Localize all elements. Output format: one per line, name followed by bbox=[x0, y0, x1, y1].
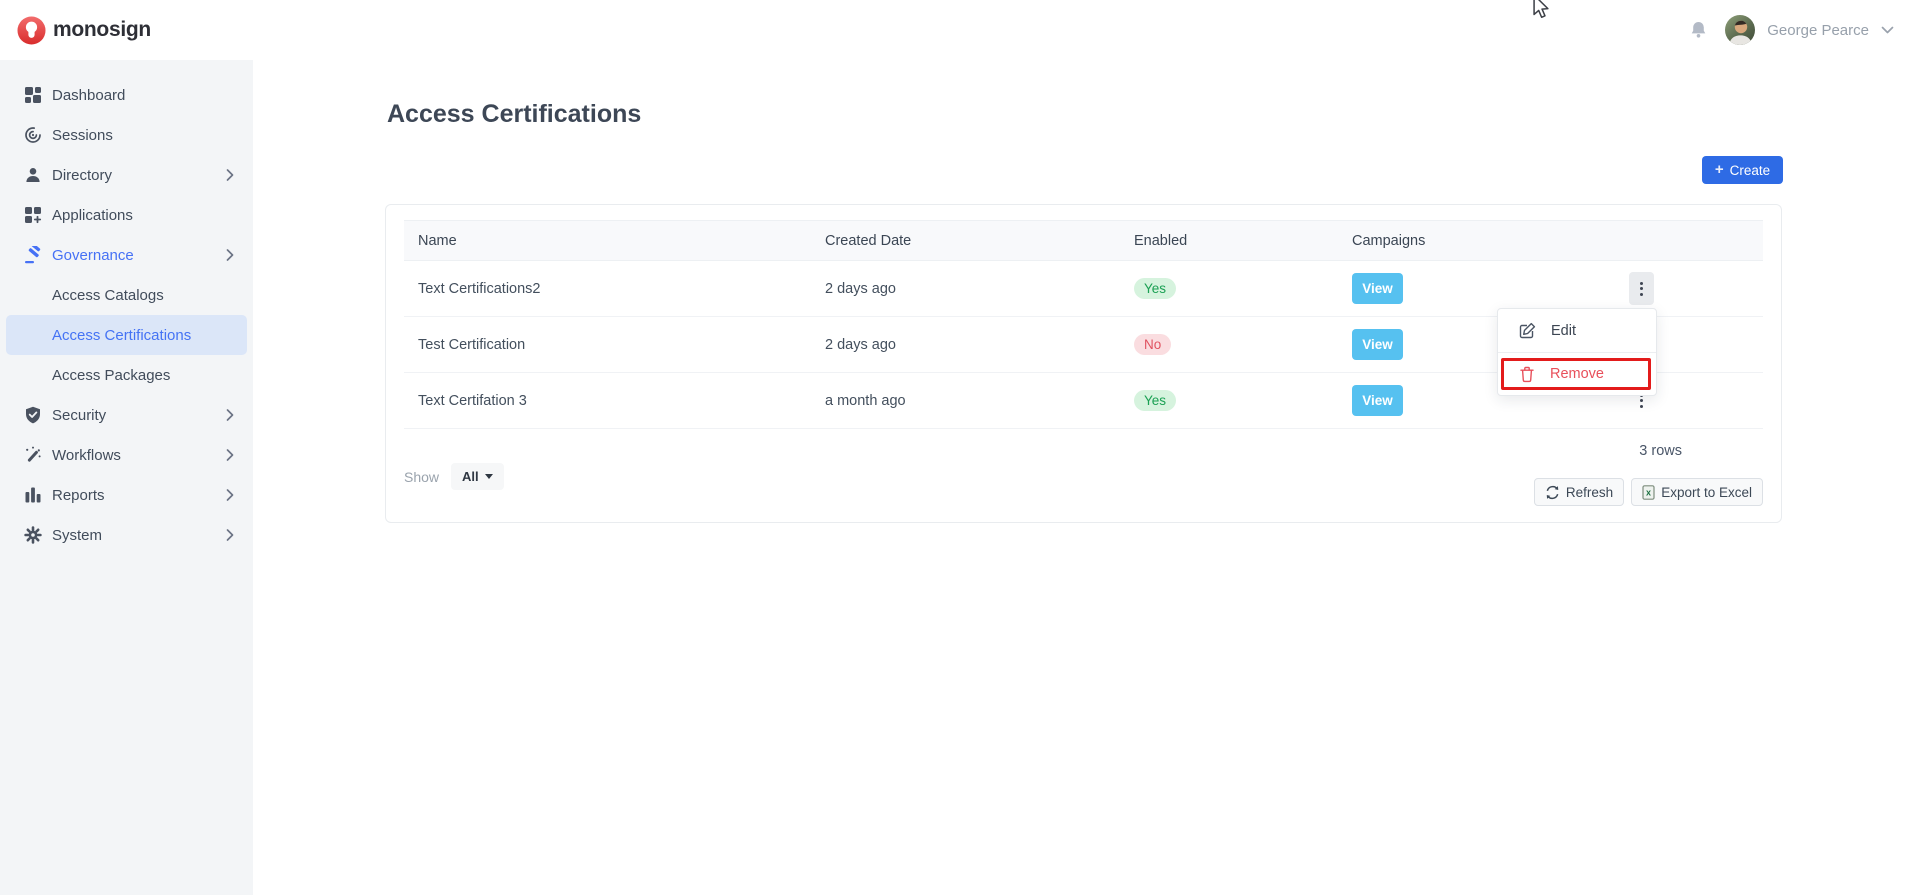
column-header-enabled: Enabled bbox=[1120, 233, 1338, 249]
menu-item-label: Edit bbox=[1551, 323, 1576, 339]
sidebar-item-label: Directory bbox=[52, 167, 112, 184]
sidebar-item-access-packages[interactable]: Access Packages bbox=[0, 355, 253, 395]
user-name: George Pearce bbox=[1767, 22, 1869, 39]
sidebar-item-label: Workflows bbox=[52, 447, 121, 464]
export-to-excel-button[interactable]: x Export to Excel bbox=[1631, 478, 1763, 506]
column-header-name: Name bbox=[404, 233, 811, 249]
sidebar-item-label: Dashboard bbox=[52, 87, 125, 104]
sidebar-item-access-certifications[interactable]: Access Certifications bbox=[6, 315, 247, 355]
sidebar-item-security[interactable]: Security bbox=[0, 395, 253, 435]
cell-created-date: a month ago bbox=[811, 393, 1120, 409]
sidebar-item-dashboard[interactable]: Dashboard bbox=[0, 75, 253, 115]
magic-wand-icon bbox=[24, 446, 42, 464]
sidebar-item-access-catalogs[interactable]: Access Catalogs bbox=[0, 275, 253, 315]
sidebar-item-label: Sessions bbox=[52, 127, 113, 144]
enabled-badge: No bbox=[1134, 334, 1171, 355]
sidebar-item-applications[interactable]: Applications bbox=[0, 195, 253, 235]
enabled-badge: Yes bbox=[1134, 390, 1176, 411]
sidebar-item-label: Governance bbox=[52, 247, 134, 264]
chevron-right-icon bbox=[225, 528, 235, 542]
menu-item-remove[interactable]: Remove bbox=[1498, 352, 1656, 395]
page-size-value: All bbox=[462, 469, 479, 484]
cell-created-date: 2 days ago bbox=[811, 337, 1120, 353]
refresh-button[interactable]: Refresh bbox=[1534, 478, 1624, 506]
table-header-row: Name Created Date Enabled Campaigns bbox=[404, 220, 1763, 261]
bar-chart-icon bbox=[24, 486, 42, 504]
sessions-icon bbox=[24, 126, 42, 144]
sidebar-subitem-label: Access Packages bbox=[52, 367, 170, 384]
page-title: Access Certifications bbox=[387, 100, 641, 129]
edit-icon bbox=[1519, 322, 1536, 339]
excel-file-icon: x bbox=[1642, 485, 1655, 500]
sidebar-item-system[interactable]: System bbox=[0, 515, 253, 555]
column-header-campaigns: Campaigns bbox=[1338, 233, 1629, 249]
caret-down-icon bbox=[485, 474, 493, 479]
chevron-right-icon bbox=[225, 488, 235, 502]
notifications-bell-icon[interactable] bbox=[1687, 19, 1709, 41]
sidebar-item-label: Security bbox=[52, 407, 106, 424]
avatar[interactable] bbox=[1725, 15, 1755, 45]
export-button-label: Export to Excel bbox=[1661, 485, 1752, 500]
applications-icon bbox=[24, 206, 42, 224]
view-campaigns-button[interactable]: View bbox=[1352, 385, 1403, 416]
sidebar-item-governance[interactable]: Governance bbox=[0, 235, 253, 275]
sidebar-item-sessions[interactable]: Sessions bbox=[0, 115, 253, 155]
sidebar-item-label: System bbox=[52, 527, 102, 544]
refresh-icon bbox=[1545, 485, 1560, 500]
enabled-badge: Yes bbox=[1134, 278, 1176, 299]
sidebar-item-reports[interactable]: Reports bbox=[0, 475, 253, 515]
brand-logo[interactable]: monosign bbox=[17, 16, 151, 45]
chevron-down-icon bbox=[1881, 26, 1894, 35]
main-content: Access Certifications + Create Name Crea… bbox=[253, 60, 1908, 895]
sidebar-item-directory[interactable]: Directory bbox=[0, 155, 253, 195]
create-button-label: Create bbox=[1730, 163, 1771, 178]
menu-item-label: Remove bbox=[1550, 366, 1604, 382]
column-header-created-date: Created Date bbox=[811, 233, 1120, 249]
cell-name: Text Certifications2 bbox=[404, 281, 811, 297]
gear-icon bbox=[24, 526, 42, 544]
row-context-menu: Edit Remove bbox=[1497, 308, 1657, 396]
rows-count: 3 rows bbox=[1639, 443, 1682, 459]
topbar: monosign George Pearce bbox=[0, 0, 1908, 60]
directory-icon bbox=[24, 166, 42, 184]
sidebar-item-workflows[interactable]: Workflows bbox=[0, 435, 253, 475]
show-label: Show bbox=[404, 469, 439, 485]
trash-icon bbox=[1519, 366, 1535, 383]
monosign-logo-icon bbox=[17, 16, 46, 45]
governance-icon bbox=[24, 246, 42, 264]
shield-check-icon bbox=[24, 406, 42, 424]
plus-icon: + bbox=[1715, 162, 1724, 177]
user-menu[interactable]: George Pearce bbox=[1725, 15, 1894, 45]
brand-name: monosign bbox=[53, 18, 151, 42]
page-size-select[interactable]: All bbox=[451, 463, 504, 490]
refresh-button-label: Refresh bbox=[1566, 485, 1613, 500]
cell-name: Test Certification bbox=[404, 337, 811, 353]
sidebar: Dashboard Sessions Directory bbox=[0, 60, 253, 895]
dashboard-icon bbox=[24, 86, 42, 104]
create-button[interactable]: + Create bbox=[1702, 156, 1783, 184]
sidebar-item-label: Applications bbox=[52, 207, 133, 224]
sidebar-subitem-label: Access Catalogs bbox=[52, 287, 164, 304]
menu-item-edit[interactable]: Edit bbox=[1498, 309, 1656, 352]
cell-created-date: 2 days ago bbox=[811, 281, 1120, 297]
row-menu-kebab-icon[interactable] bbox=[1629, 272, 1654, 305]
sidebar-item-label: Reports bbox=[52, 487, 105, 504]
chevron-right-icon bbox=[225, 248, 235, 262]
chevron-right-icon bbox=[225, 168, 235, 182]
chevron-right-icon bbox=[225, 408, 235, 422]
view-campaigns-button[interactable]: View bbox=[1352, 273, 1403, 304]
view-campaigns-button[interactable]: View bbox=[1352, 329, 1403, 360]
svg-text:x: x bbox=[1646, 487, 1651, 497]
sidebar-subitem-label: Access Certifications bbox=[52, 327, 191, 344]
cell-name: Text Certifation 3 bbox=[404, 393, 811, 409]
chevron-right-icon bbox=[225, 448, 235, 462]
